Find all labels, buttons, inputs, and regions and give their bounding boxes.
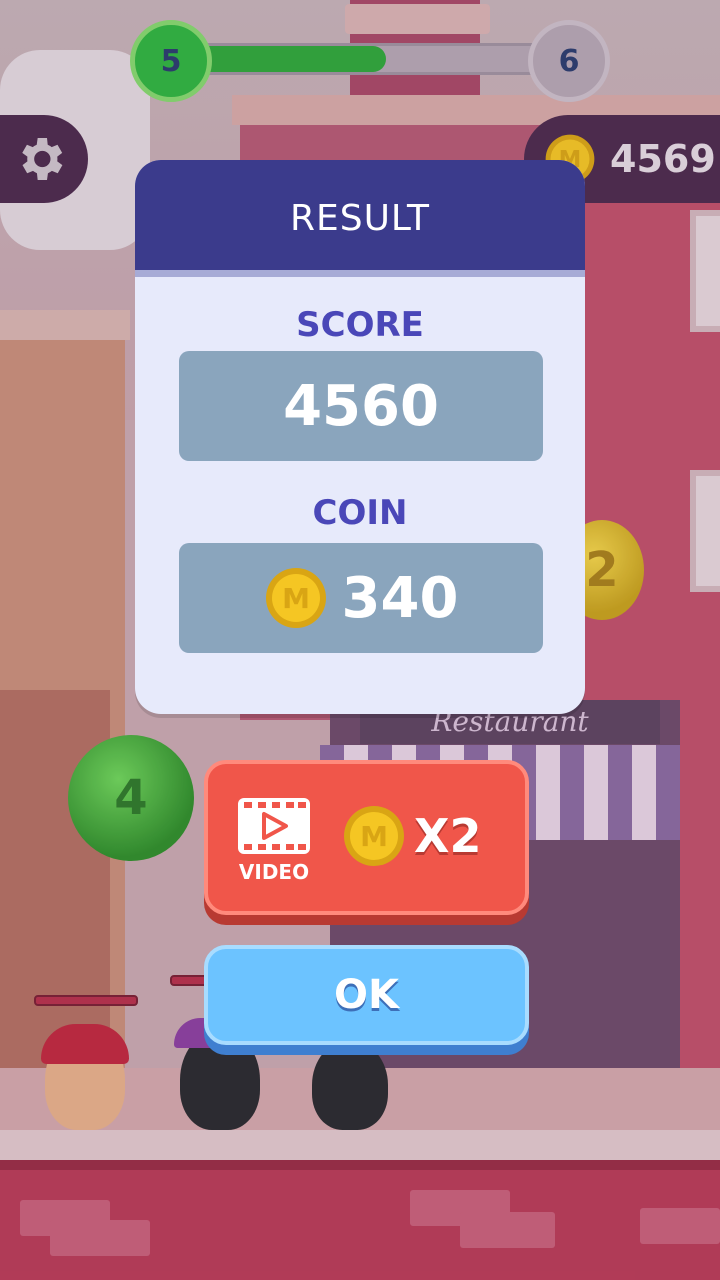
coin-box: M 340	[179, 543, 543, 653]
dialog-header: RESULT	[135, 160, 585, 277]
video-icon	[238, 798, 310, 854]
score-box: 4560	[179, 351, 543, 461]
svg-text:M: M	[282, 582, 310, 615]
result-dialog: RESULT SCORE 4560 COIN M 340	[135, 160, 585, 714]
ok-button[interactable]: OK	[204, 945, 529, 1045]
coin-value: 340	[341, 565, 459, 631]
watch-video-double-coins-button[interactable]: VIDEO M X2	[204, 760, 529, 915]
score-value: 4560	[283, 373, 439, 439]
svg-text:M: M	[360, 820, 388, 853]
video-label: VIDEO	[238, 860, 310, 884]
dialog-title: RESULT	[289, 198, 431, 239]
coin-icon: M	[265, 568, 326, 628]
ok-label: OK	[334, 972, 399, 1018]
score-label: SCORE	[296, 305, 424, 345]
coin-icon: M	[344, 806, 404, 866]
coin-label: COIN	[312, 493, 408, 533]
multiplier-label: X2	[414, 809, 482, 863]
